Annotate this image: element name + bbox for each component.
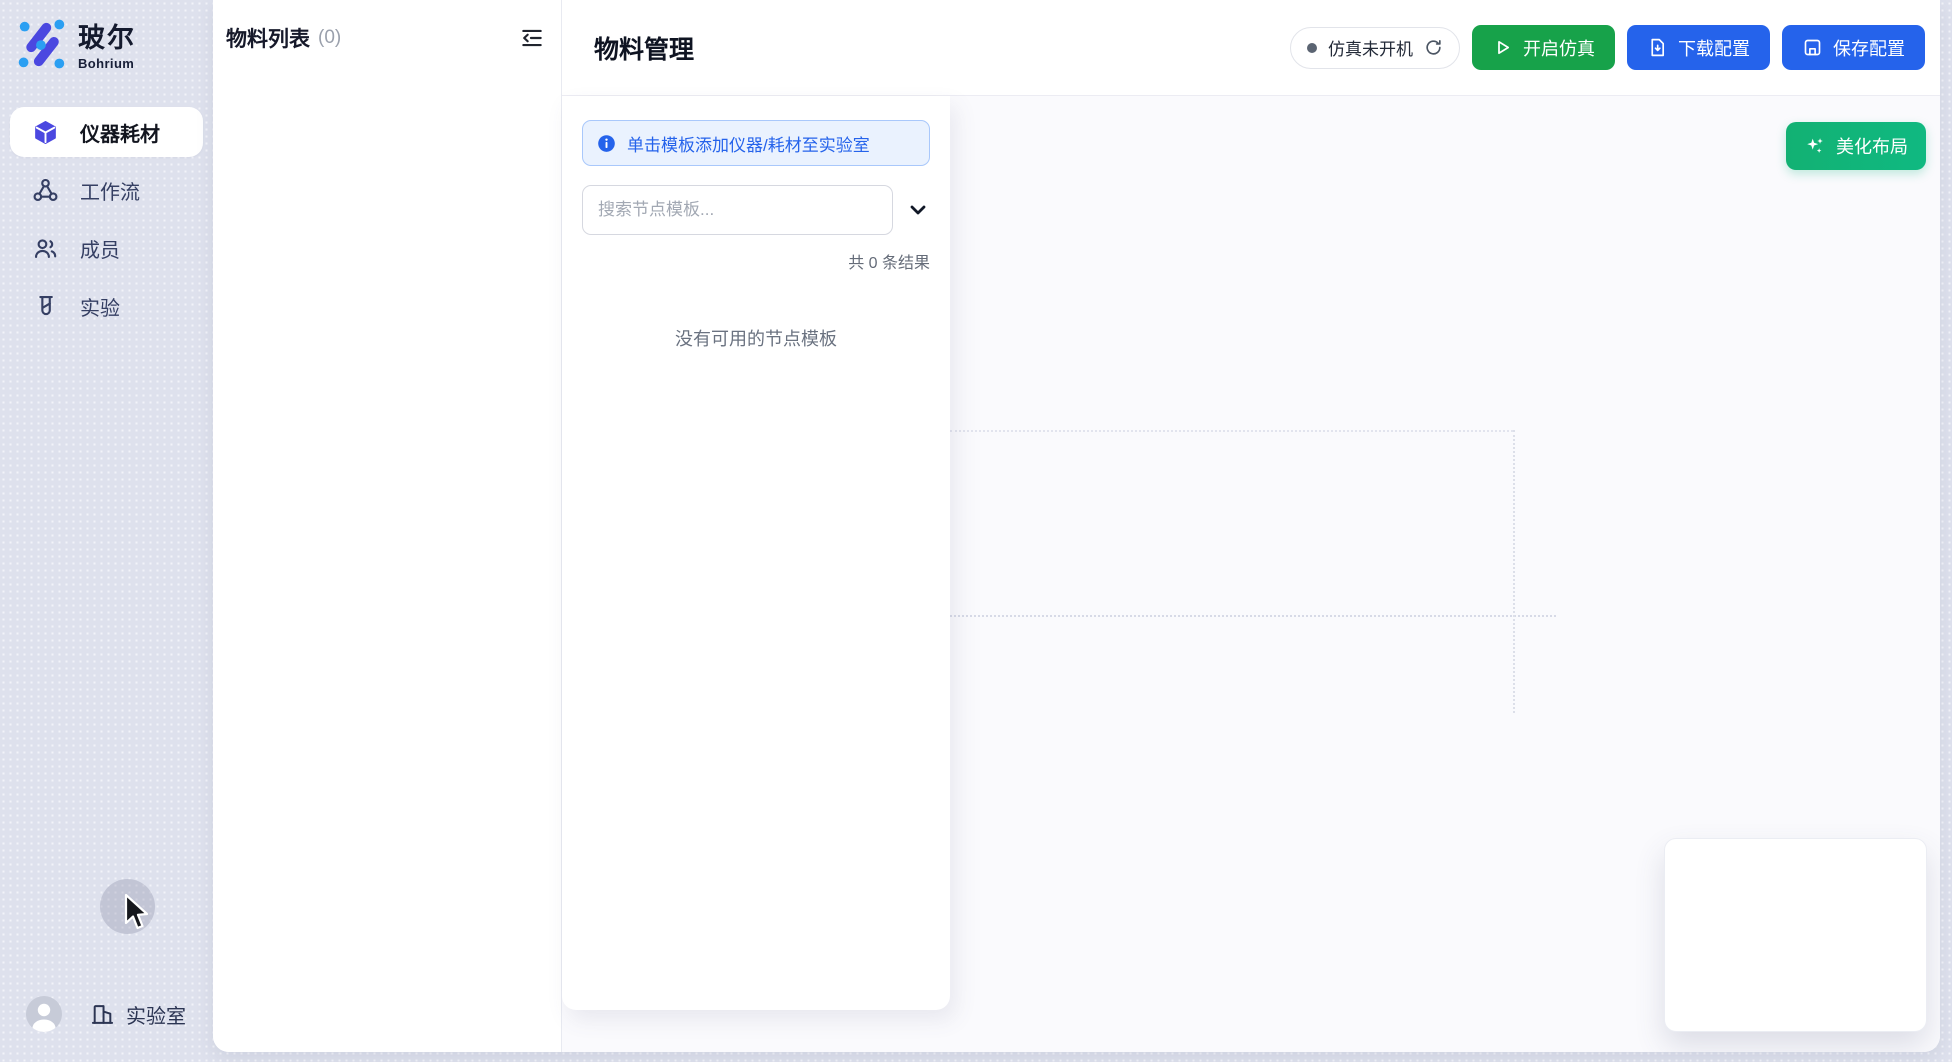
chevron-down-icon[interactable] [906, 198, 930, 222]
sidebar-item-workflow[interactable]: 工作流 [10, 165, 203, 215]
sidebar-footer: 实验室 [0, 996, 213, 1032]
template-hint-banner: 单击模板添加仪器/耗材至实验室 [582, 120, 930, 166]
search-result-count: 共 0 条结果 [562, 249, 930, 273]
canvas-guide-line [1513, 430, 1515, 713]
mouse-cursor [120, 893, 150, 933]
bohrium-logo-icon [16, 18, 68, 70]
header-actions: 仿真未开机 开启仿真 下载配置 [1290, 25, 1925, 70]
beautify-layout-label: 美化布局 [1836, 133, 1908, 159]
app-window: 物料列表 (0) 物料管理 仿真未开机 [213, 0, 1940, 1052]
sparkles-icon [1804, 135, 1826, 157]
lab-switcher[interactable]: 实验室 [90, 1000, 186, 1029]
refresh-icon[interactable] [1424, 38, 1443, 57]
sidebar-item-instruments[interactable]: 仪器耗材 [10, 107, 203, 157]
sidebar-nav: 仪器耗材 工作流 成员 [0, 107, 213, 339]
sidebar-item-label: 实验 [80, 292, 120, 321]
sidebar: 玻尔 Bohrium 仪器耗材 工作流 [0, 0, 213, 1062]
save-config-button[interactable]: 保存配置 [1782, 25, 1925, 70]
material-list-title: 物料列表 [226, 23, 310, 53]
status-dot-icon [1307, 43, 1317, 53]
download-config-button[interactable]: 下载配置 [1627, 25, 1770, 70]
file-download-icon [1647, 37, 1668, 58]
sidebar-item-members[interactable]: 成员 [10, 223, 203, 273]
brand-logo: 玻尔 Bohrium [0, 0, 213, 71]
search-input[interactable] [582, 185, 893, 235]
sidebar-item-label: 成员 [80, 234, 120, 263]
empty-templates-text: 没有可用的节点模板 [562, 325, 950, 351]
download-config-label: 下载配置 [1678, 35, 1750, 61]
avatar[interactable] [26, 996, 62, 1032]
play-icon [1492, 37, 1513, 58]
simulation-status-pill: 仿真未开机 [1290, 27, 1460, 69]
experiment-icon [32, 293, 59, 320]
cube-icon [32, 119, 59, 146]
start-simulation-label: 开启仿真 [1523, 35, 1595, 61]
flow-canvas[interactable]: 单击模板添加仪器/耗材至实验室 共 0 条结果 没有可用的节点模板 美化布 [562, 96, 1940, 1052]
canvas-guide-line [950, 615, 1556, 617]
node-template-panel: 单击模板添加仪器/耗材至实验室 共 0 条结果 没有可用的节点模板 [562, 96, 950, 1010]
lab-label: 实验室 [126, 1000, 186, 1029]
brand-subtitle: Bohrium [78, 56, 136, 71]
material-list-count: (0) [318, 27, 341, 49]
main-area: 物料管理 仿真未开机 开启仿真 [562, 0, 1940, 1052]
avatar-person-icon [26, 996, 62, 1032]
save-icon [1802, 37, 1823, 58]
collapse-panel-icon[interactable] [519, 25, 545, 51]
workflow-icon [32, 177, 59, 204]
template-hint-text: 单击模板添加仪器/耗材至实验室 [627, 131, 870, 156]
sidebar-item-experiment[interactable]: 实验 [10, 281, 203, 331]
template-search-row [582, 185, 930, 235]
page-header: 物料管理 仿真未开机 开启仿真 [562, 0, 1940, 96]
info-icon [596, 133, 617, 154]
brand-text: 玻尔 Bohrium [78, 16, 136, 71]
material-list-header: 物料列表 (0) [213, 0, 561, 76]
canvas-guide-line [950, 430, 1513, 432]
brand-name: 玻尔 [78, 16, 136, 55]
minimap-panel[interactable] [1664, 838, 1927, 1032]
simulation-status-text: 仿真未开机 [1328, 35, 1413, 60]
building-icon [90, 1002, 115, 1027]
sidebar-item-label: 仪器耗材 [80, 118, 160, 147]
save-config-label: 保存配置 [1833, 35, 1905, 61]
page-title: 物料管理 [594, 30, 694, 66]
start-simulation-button[interactable]: 开启仿真 [1472, 25, 1615, 70]
sidebar-item-label: 工作流 [80, 176, 140, 205]
members-icon [32, 235, 59, 262]
beautify-layout-button[interactable]: 美化布局 [1786, 122, 1926, 170]
material-list-panel: 物料列表 (0) [213, 0, 562, 1052]
